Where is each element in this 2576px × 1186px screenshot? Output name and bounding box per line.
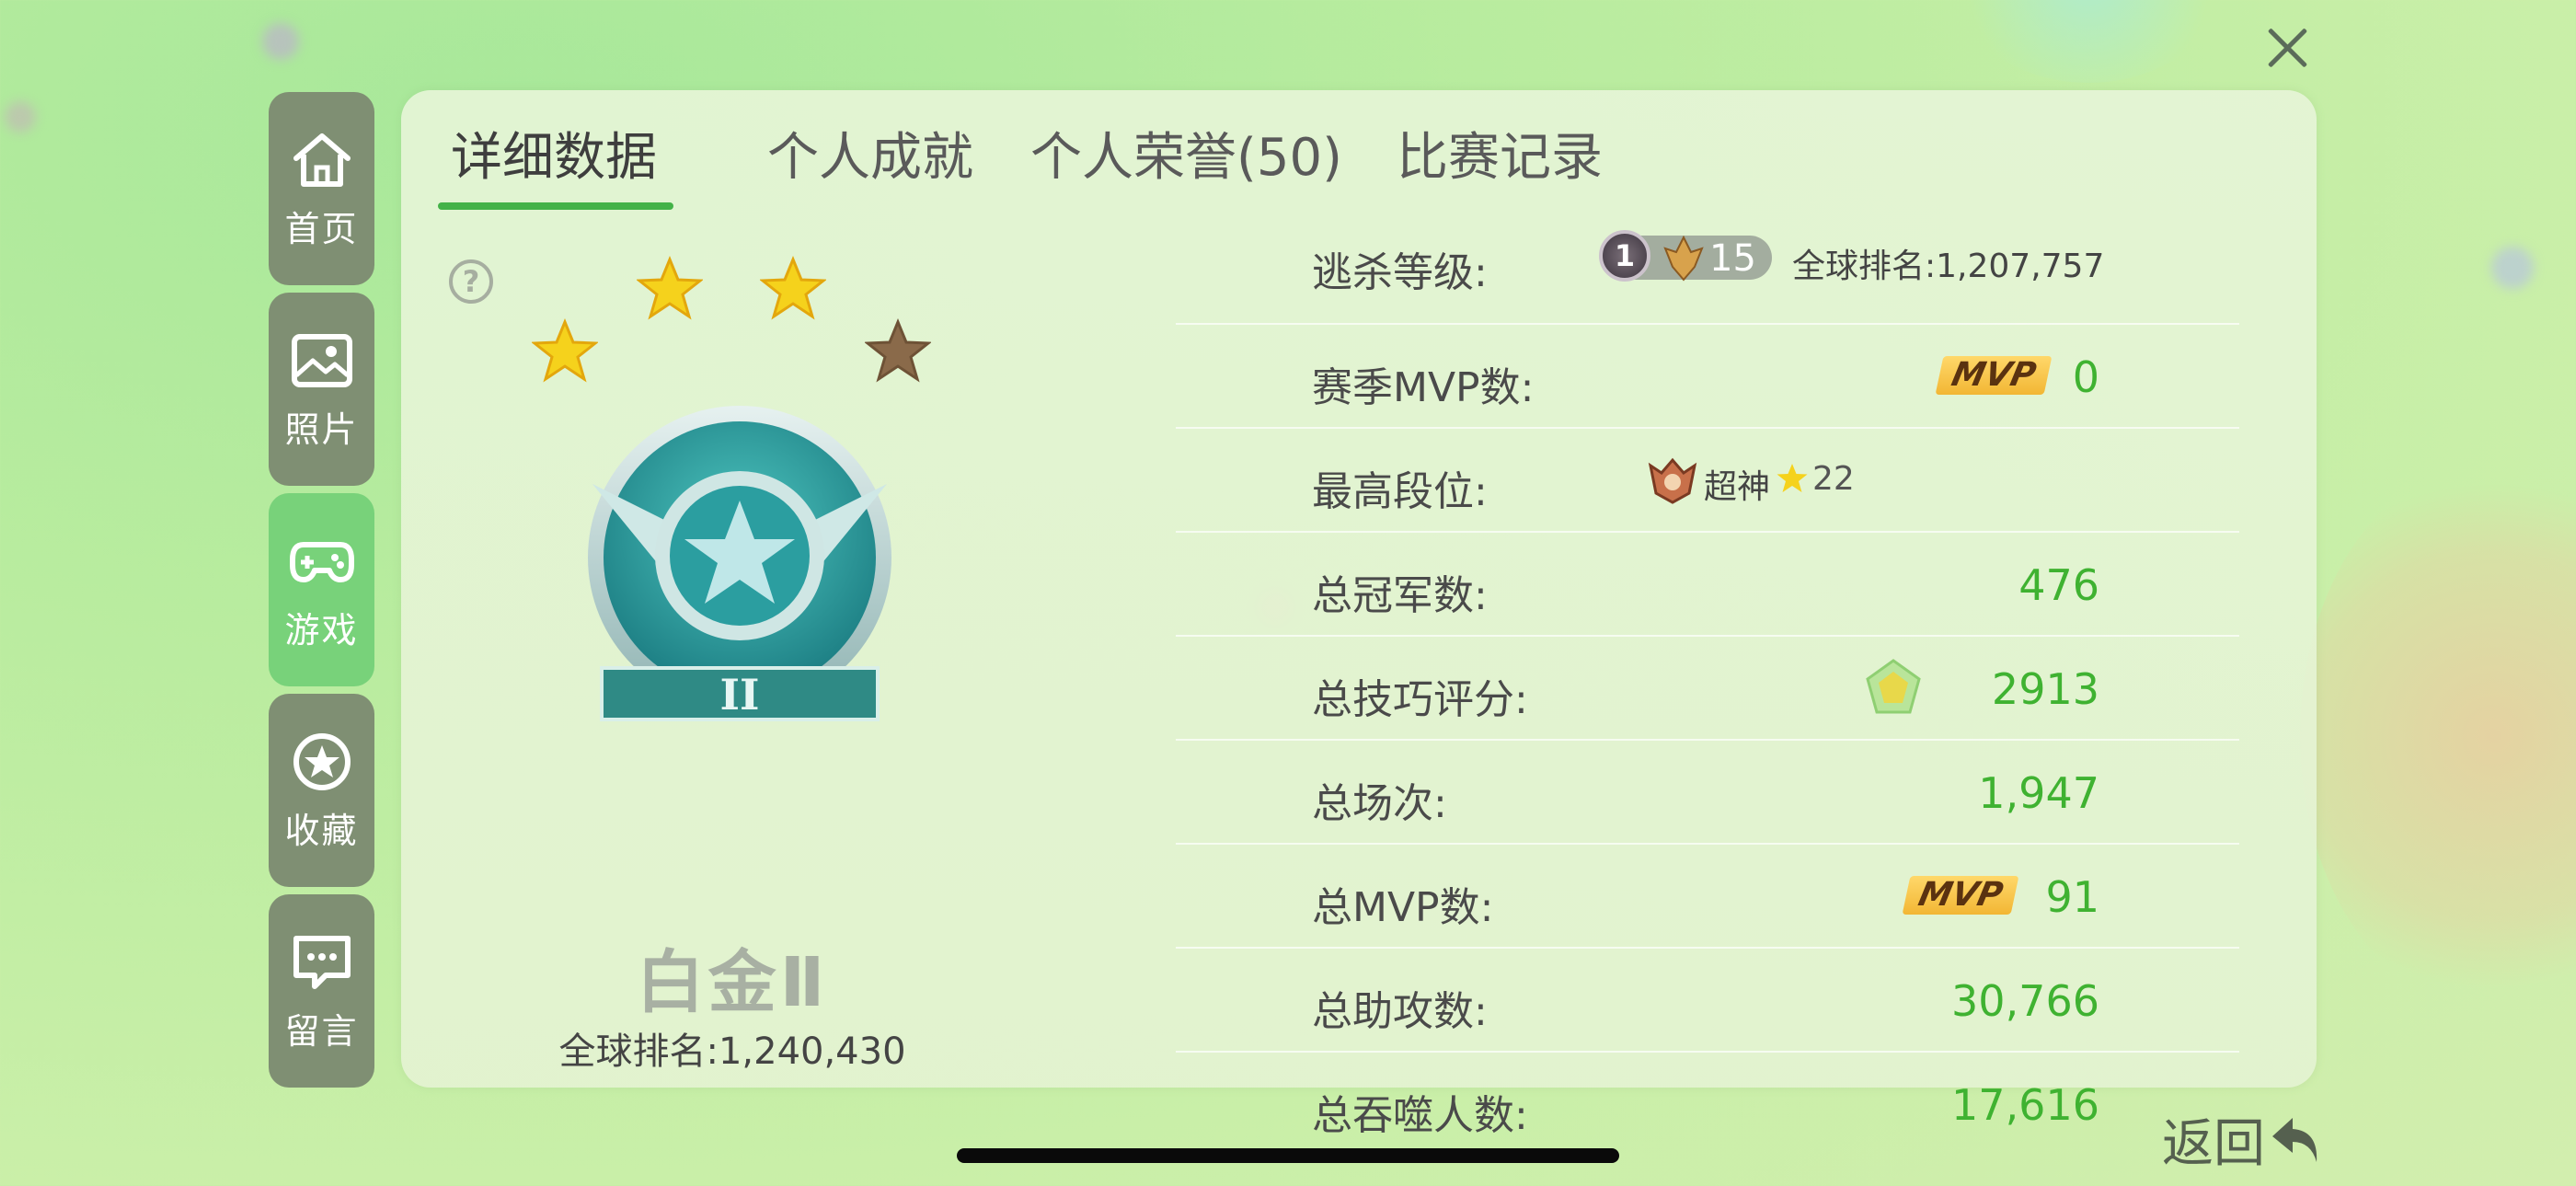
stat-row-total-skill: 总技巧评分: 2913: [1176, 637, 2239, 741]
stat-label: 总技巧评分:: [1312, 676, 1528, 723]
stat-label: 总吞噬人数:: [1312, 1092, 1528, 1139]
sidebar-item-favorites[interactable]: 收藏: [269, 694, 374, 887]
tier-star-icon: [1777, 464, 1808, 492]
sidebar-item-home[interactable]: 首页: [269, 92, 374, 285]
level-global-rank: 全球排名:1,207,757: [1792, 248, 2105, 285]
stat-row-total-assists: 总助攻数: 30,766: [1176, 949, 2239, 1053]
tier-name: 超神: [1704, 468, 1771, 506]
sidebar-item-label: 游戏: [284, 609, 359, 651]
background-dot: [5, 101, 36, 132]
stat-row-total-wins: 总冠军数: 476: [1176, 533, 2239, 637]
sidebar-item-label: 留言: [284, 1010, 359, 1052]
stat-value: 17,616: [1951, 1080, 2099, 1130]
platinum-rank-emblem: II: [588, 406, 891, 721]
tier-stars-value: 22: [1812, 460, 1855, 498]
stat-row-highest-tier: 最高段位: 超神 22: [1176, 429, 2239, 533]
back-label: 返回: [2162, 1114, 2265, 1174]
back-arrow-icon: [2272, 1117, 2317, 1162]
stat-label: 总场次:: [1312, 780, 1447, 827]
background-blob: [2300, 460, 2576, 1012]
tab-achievements[interactable]: 个人成就: [767, 116, 973, 190]
rank-global-rank: 全球排名:1,240,430: [558, 1031, 906, 1073]
rank-global-rank-value: 1,240,430: [718, 1031, 906, 1073]
stat-row-season-mvp: 赛季MVP数: MVP 0: [1176, 325, 2239, 429]
favorite-star-icon: [293, 732, 351, 790]
tier-badge-icon: [1648, 457, 1697, 504]
help-icon[interactable]: ?: [449, 259, 493, 304]
stat-label: 总助攻数:: [1312, 988, 1488, 1035]
sidebar: 首页 照片 游戏 收藏 留言: [269, 92, 374, 1095]
tab-match-history[interactable]: 比赛记录: [1397, 116, 1603, 190]
stat-value: 0: [2072, 352, 2099, 402]
stat-value: 91: [2045, 872, 2099, 922]
stat-row-escape-level: 逃杀等级: 1 15 全球排名:1,207,757: [1176, 219, 2239, 325]
home-icon: [293, 132, 351, 187]
tab-bar: 详细数据 个人成就 个人荣誉(50) 比赛记录: [401, 109, 2317, 210]
active-tab-indicator: [438, 202, 673, 210]
rank-star-icon: [760, 256, 826, 320]
sidebar-item-messages[interactable]: 留言: [269, 894, 374, 1088]
background-blob: [1950, 0, 2226, 83]
stat-label: 最高段位:: [1312, 468, 1488, 515]
sidebar-item-label: 收藏: [284, 810, 359, 851]
tab-details[interactable]: 详细数据: [451, 116, 657, 190]
sidebar-item-photos[interactable]: 照片: [269, 293, 374, 486]
home-indicator[interactable]: [957, 1148, 1619, 1163]
message-icon: [293, 935, 351, 989]
mvp-badge: MVP: [1902, 876, 2019, 915]
skill-gem-icon: [1866, 659, 1921, 714]
stat-label: 逃杀等级:: [1312, 249, 1488, 296]
background-dot: [2491, 247, 2534, 289]
level-badge-icon: 1: [1599, 230, 1650, 282]
stat-row-total-mvp: 总MVP数: MVP 91: [1176, 845, 2239, 949]
stat-row-total-devoured: 总吞噬人数: 17,616: [1176, 1053, 2239, 1157]
stat-value: 1,947: [1978, 768, 2099, 818]
photo-icon: [291, 333, 352, 387]
stat-value: 476: [2018, 560, 2099, 610]
mvp-badge: MVP: [1935, 356, 2053, 395]
main-panel: 详细数据 个人成就 个人荣誉(50) 比赛记录 ? II 白金Ⅱ 全球排名:1,…: [401, 90, 2317, 1139]
close-icon[interactable]: [2261, 20, 2313, 72]
rank-title: 白金Ⅱ: [636, 943, 829, 1022]
sidebar-item-games[interactable]: 游戏: [269, 493, 374, 686]
stat-row-total-games: 总场次: 1,947: [1176, 741, 2239, 845]
level-value: 15: [1709, 237, 1756, 280]
emblem-numeral: II: [719, 670, 759, 720]
level-wing-icon: [1663, 236, 1704, 282]
background-dot: [262, 23, 299, 60]
stat-label: 总冠军数:: [1312, 572, 1488, 619]
stats-table: 逃杀等级: 1 15 全球排名:1,207,757 赛季MVP数: MVP 0 …: [1176, 219, 2239, 1157]
stat-value: 30,766: [1951, 976, 2099, 1026]
sidebar-item-label: 首页: [284, 208, 359, 249]
rank-star-icon: [865, 318, 931, 383]
back-button[interactable]: 返回: [2162, 1102, 2324, 1177]
stat-value: 2913: [1991, 664, 2099, 714]
sidebar-item-label: 照片: [284, 409, 359, 450]
gamepad-icon: [289, 541, 354, 582]
tab-honors[interactable]: 个人荣誉(50): [1030, 116, 1342, 190]
rank-star-icon: [532, 318, 598, 383]
rank-star-icon: [637, 256, 703, 320]
stat-label: 总MVP数:: [1312, 884, 1494, 931]
stat-label: 赛季MVP数:: [1312, 364, 1535, 411]
